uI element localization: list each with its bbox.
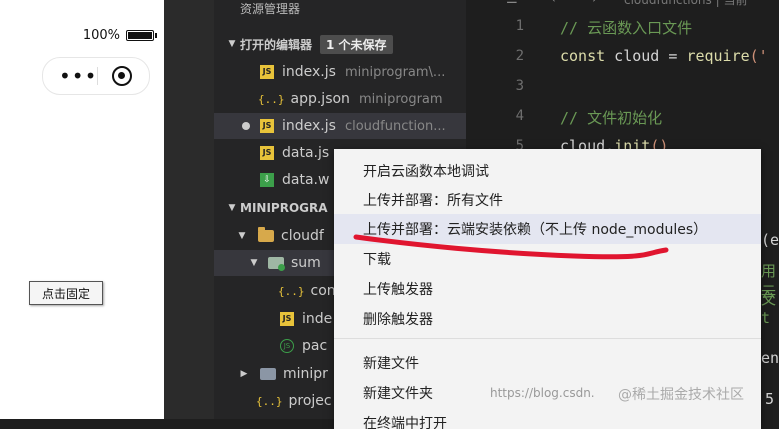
code-fragment: en xyxy=(761,349,779,367)
folder-name: minipr xyxy=(283,366,328,382)
watermark-url: https://blog.csdn. xyxy=(490,386,595,400)
breadcrumb: cloudfunctions | 当前 xyxy=(624,0,748,7)
comment: // 文件初始化 xyxy=(560,109,663,127)
cloud-function-folder-icon xyxy=(268,257,285,271)
wxss-file-icon: ⇩ xyxy=(260,173,274,187)
js-file-icon: JS xyxy=(280,312,294,326)
file-path: miniprogram xyxy=(358,91,443,107)
forward-arrow-icon[interactable]: → xyxy=(588,0,596,7)
file-name: con xyxy=(310,283,336,299)
open-editor-item-active[interactable]: JS index.js cloudfunction... xyxy=(214,113,466,139)
folder-name: cloudf xyxy=(281,228,324,244)
file-name: app.json xyxy=(290,91,350,107)
chevron-down-icon: ▼ xyxy=(238,231,246,241)
activity-gutter xyxy=(164,0,214,419)
string: (' xyxy=(749,47,768,65)
unsaved-dot-icon[interactable] xyxy=(242,122,250,130)
code-fragment: 5 xyxy=(765,390,775,408)
cloud-folder-icon xyxy=(258,227,274,242)
unsaved-count-badge: 1 个未保存 xyxy=(320,34,393,54)
open-editors-label: 打开的编辑器 xyxy=(240,37,313,52)
file-name: index.js xyxy=(282,64,336,80)
file-name: pac xyxy=(302,338,328,354)
code-line: // 云函数入口文件 xyxy=(560,17,692,38)
open-editor-item[interactable]: JS index.js miniprogram\... xyxy=(214,59,466,85)
code-fragment: (e xyxy=(761,231,779,249)
more-dots-icon[interactable]: ••• xyxy=(59,66,97,86)
js-file-icon: JS xyxy=(260,146,274,160)
record-circle-icon[interactable] xyxy=(112,66,132,86)
package-icon: JS xyxy=(280,339,294,353)
project-section-label: MINIPROGRA xyxy=(240,201,328,215)
chevron-down-icon: ▼ xyxy=(228,39,236,49)
editor-toolbar: ☰ ← → cloudfunctions | 当前 xyxy=(466,0,779,10)
chevron-down-icon: ▼ xyxy=(228,203,236,213)
identifier: cloud = xyxy=(605,47,687,65)
battery-icon xyxy=(126,30,157,41)
code-fragment: 文t xyxy=(761,290,777,327)
keyword: const xyxy=(560,47,606,65)
file-name: data.w xyxy=(282,172,330,188)
comment: // 云函数入口文件 xyxy=(560,19,693,37)
capsule-divider xyxy=(97,67,98,85)
js-file-icon: JS xyxy=(260,65,274,79)
explorer-title: 资源管理器 xyxy=(240,2,301,16)
file-name: inde xyxy=(302,311,333,327)
json-file-icon: {..} xyxy=(258,92,285,106)
json-file-icon: {..} xyxy=(278,284,305,298)
status-bar: 100% xyxy=(82,28,157,43)
json-file-icon: {..} xyxy=(256,394,283,408)
file-path: cloudfunction... xyxy=(344,118,446,134)
folder-icon xyxy=(260,368,276,380)
chevron-right-icon: ▶ xyxy=(240,369,248,379)
line-number: 4 xyxy=(515,108,524,124)
simulator-panel: 100% ••• 点击固定 xyxy=(0,0,164,419)
function-name: require xyxy=(686,47,750,65)
list-icon[interactable]: ☰ xyxy=(506,0,518,7)
chevron-down-icon: ▼ xyxy=(250,258,258,268)
folder-name: sum xyxy=(291,255,321,271)
code-line: // 文件初始化 xyxy=(560,107,662,128)
js-file-icon: JS xyxy=(260,119,274,133)
line-number: 2 xyxy=(515,48,524,64)
capsule-button[interactable]: ••• xyxy=(42,57,150,95)
fixed-button[interactable]: 点击固定 xyxy=(29,281,103,305)
code-line: const cloud = require(' xyxy=(560,47,768,65)
file-name: index.js xyxy=(282,118,336,134)
file-path: miniprogram\... xyxy=(344,64,446,80)
line-number: 3 xyxy=(515,78,524,94)
file-name: data.js xyxy=(282,145,330,161)
watermark-site: @稀土掘金技术社区 xyxy=(618,387,744,403)
open-editors-header[interactable]: ▼ 打开的编辑器 1 个未保存 xyxy=(214,31,466,57)
back-arrow-icon[interactable]: ← xyxy=(552,0,560,7)
file-name: projec xyxy=(288,393,332,409)
line-number: 1 xyxy=(515,18,524,34)
battery-percent: 100% xyxy=(82,28,120,43)
open-editor-item[interactable]: {..} app.json miniprogram xyxy=(214,86,466,112)
